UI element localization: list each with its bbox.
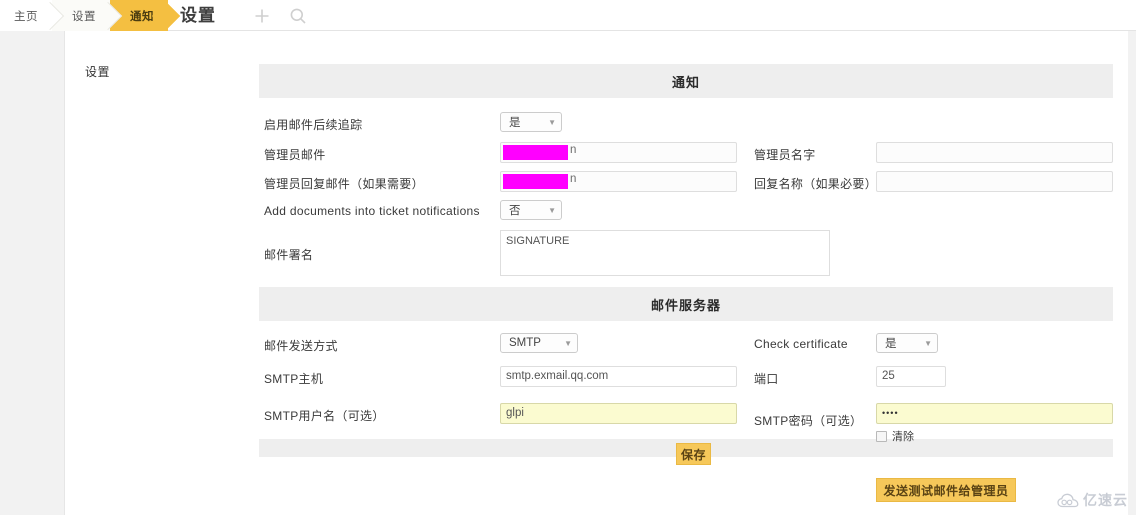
settings-form: 通知 启用邮件后续追踪 是 ▼ 管理员邮件 n 管理员名字 管理员回复邮件（如果…	[259, 64, 1113, 457]
table-row: 邮件署名	[259, 226, 1113, 278]
input-reply-name[interactable]	[876, 171, 1113, 192]
field-admin-email-wrapper: n	[500, 142, 754, 163]
field-label-smtp-user: SMTP用户名（可选）	[264, 409, 385, 423]
chevron-down-icon: ▼	[548, 205, 556, 215]
redaction-overlay	[503, 174, 568, 189]
chevron-down-icon: ▼	[564, 338, 572, 348]
field-label-reply-name: 回复名称（如果必要）	[754, 177, 878, 191]
table-row: 启用邮件后续追踪 是 ▼	[259, 108, 1113, 138]
save-button-wrapper: 保存	[676, 443, 711, 465]
input-smtp-user[interactable]: glpi	[500, 403, 737, 424]
input-smtp-host[interactable]: smtp.exmail.qq.com	[500, 366, 737, 387]
field-reply-email-wrapper: n	[500, 171, 754, 192]
field-label-followup: 启用邮件后续追踪	[264, 118, 363, 132]
field-label-send-method: 邮件发送方式	[264, 339, 338, 353]
breadcrumb-label: 主页	[14, 10, 38, 23]
breadcrumb-label: 设置	[72, 10, 96, 23]
field-label-reply-email: 管理员回复邮件（如果需要）	[264, 177, 424, 191]
search-icon[interactable]	[288, 6, 308, 26]
section-title: 邮件服务器	[650, 297, 721, 313]
table-row: Add documents into ticket notifications …	[259, 196, 1113, 226]
input-smtp-password[interactable]: ••••	[876, 403, 1113, 424]
top-navigation-bar: 主页 设置 通知 设置	[0, 0, 1136, 31]
select-check-certificate[interactable]: 是 ▼	[876, 333, 938, 353]
chevron-down-icon: ▼	[924, 338, 932, 348]
panel-right-edge	[1128, 31, 1136, 515]
input-reply-email-visible-tail: n	[570, 173, 577, 185]
field-label-smtp-password: SMTP密码（可选）	[754, 414, 863, 428]
select-followup[interactable]: 是 ▼	[500, 112, 562, 132]
cloud-icon	[1057, 493, 1079, 508]
input-admin-name[interactable]	[876, 142, 1113, 163]
section-title: 通知	[671, 74, 700, 90]
table-row: 邮件发送方式 SMTP ▼ Check certificate 是 ▼	[259, 329, 1113, 360]
checkbox-clear-password[interactable]	[876, 430, 887, 442]
field-label-admin-name: 管理员名字	[754, 148, 816, 162]
table-row: SMTP用户名（可选） glpi SMTP密码（可选） •••• 清除	[259, 397, 1113, 443]
textarea-signature[interactable]	[500, 230, 830, 276]
redaction-overlay	[503, 145, 568, 160]
select-add-documents[interactable]: 否 ▼	[500, 200, 562, 220]
checkbox-label-clear-password: 清除	[892, 431, 914, 443]
save-button[interactable]: 保存	[676, 443, 711, 465]
field-label-admin-email: 管理员邮件	[264, 148, 326, 162]
select-send-method[interactable]: SMTP ▼	[500, 333, 578, 353]
table-row: SMTP主机 smtp.exmail.qq.com 端口 25	[259, 360, 1113, 392]
left-rail	[0, 31, 64, 515]
select-value: SMTP	[509, 337, 541, 349]
select-value: 是	[509, 117, 521, 129]
select-value: 是	[885, 338, 897, 350]
checkbox-row-clear-password[interactable]: 清除	[876, 428, 1113, 444]
field-label-add-documents: Add documents into ticket notifications	[264, 204, 480, 218]
sidebar-item-label: 设置	[85, 65, 111, 79]
send-test-button-wrapper: 发送测试邮件给管理员	[876, 478, 1016, 502]
page-title: 设置	[180, 6, 216, 25]
watermark: 亿速云	[1057, 490, 1128, 510]
field-label-signature: 邮件署名	[264, 248, 314, 262]
chevron-down-icon: ▼	[548, 117, 556, 127]
plus-icon[interactable]	[252, 6, 272, 26]
table-row: 管理员回复邮件（如果需要） n 回复名称（如果必要）	[259, 167, 1113, 196]
section-header-notification: 通知	[259, 64, 1113, 98]
section-header-mail-server: 邮件服务器	[259, 287, 1113, 321]
input-port[interactable]: 25	[876, 366, 946, 387]
field-label-port: 端口	[754, 372, 779, 386]
breadcrumb-item-home[interactable]: 主页	[0, 0, 52, 31]
watermark-text: 亿速云	[1083, 492, 1128, 508]
send-test-email-button[interactable]: 发送测试邮件给管理员	[876, 478, 1016, 502]
select-value: 否	[509, 205, 521, 217]
app-root: 主页 设置 通知 设置 设置 通知 启用邮件后续追踪 是 ▼ 管理员邮件 n 管…	[0, 0, 1136, 515]
sidebar-item-setup[interactable]: 设置	[85, 63, 110, 80]
input-admin-email-visible-tail: n	[570, 144, 577, 156]
table-row: 管理员邮件 n 管理员名字	[259, 138, 1113, 167]
breadcrumb: 主页 设置 通知	[0, 0, 168, 31]
field-label-smtp-host: SMTP主机	[264, 372, 324, 386]
breadcrumb-label: 通知	[130, 10, 154, 23]
field-label-check-certificate: Check certificate	[754, 337, 848, 351]
